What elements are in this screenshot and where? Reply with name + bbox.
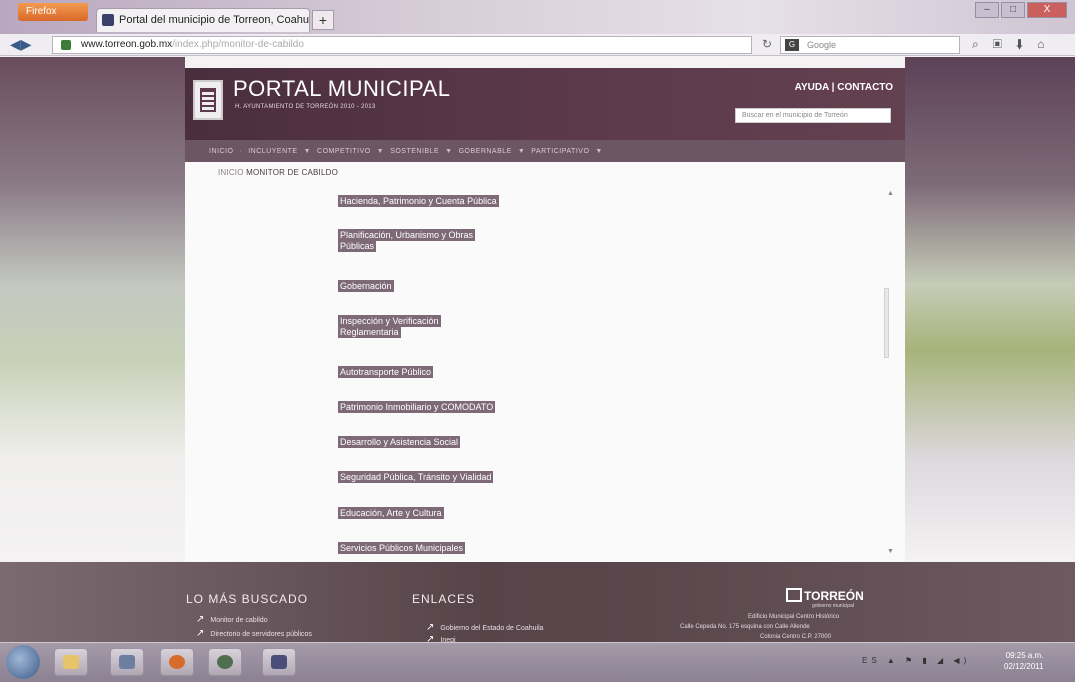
commission-link[interactable]: Hacienda, Patrimonio y Cuenta Pública <box>338 195 499 207</box>
window-icon[interactable] <box>110 648 144 676</box>
url-bar[interactable]: www.torreon.gob.mx/index.php/monitor-de-… <box>52 36 752 54</box>
app-icon[interactable] <box>208 648 242 676</box>
scrollbar-thumb[interactable] <box>884 288 889 358</box>
search-placeholder: Google <box>807 40 837 50</box>
dropdown-icon: ▼ <box>303 147 312 155</box>
clock[interactable]: 09:25 a.m. 02/12/2011 <box>1004 650 1043 672</box>
address-line: Edificio Municipal Centro Histórico <box>748 614 840 620</box>
dropdown-icon: ▼ <box>517 147 526 155</box>
footer-link[interactable]: ↗ Directorio de servidores públicos <box>196 628 312 639</box>
reload-icon[interactable]: ↻ <box>762 37 772 51</box>
minimize-button[interactable]: – <box>975 2 999 18</box>
system-tray[interactable]: ES ▲ ⚑ ▮ ◢ ◀) <box>862 656 970 665</box>
breadcrumb-home[interactable]: INICIO <box>218 168 244 177</box>
commission-link[interactable]: Inspección y Verificación Reglamentaria <box>338 315 468 338</box>
torreon-emblem-icon <box>786 588 802 602</box>
search-engine-icon[interactable]: G <box>785 39 799 51</box>
commission-link[interactable]: Patrimonio Inmobiliario y COMODATO <box>338 401 496 413</box>
breadcrumb-current: MONITOR DE CABILDO <box>246 168 339 177</box>
menu-sostenible[interactable]: SOSTENIBLE <box>390 148 439 155</box>
back-forward-icon[interactable]: ◀▶ <box>10 36 32 53</box>
menu-participativo[interactable]: PARTICIPATIVO <box>531 148 589 155</box>
menu-competitivo[interactable]: COMPETITIVO <box>317 148 371 155</box>
browser-titlebar: Firefox Portal del municipio de Torreon,… <box>0 0 1075 34</box>
arrow-icon: ↗ <box>196 614 205 625</box>
help-contact-links[interactable]: AYUDA | CONTACTO <box>795 82 893 93</box>
toolbar-icons[interactable]: ⌕▣⬇⌂ <box>972 37 1059 52</box>
browser-search-input[interactable]: G Google <box>780 36 960 54</box>
scroll-down-icon[interactable]: ▼ <box>887 548 894 555</box>
clock-date: 02/12/2011 <box>1004 662 1044 671</box>
firefox-icon[interactable] <box>160 648 194 676</box>
browser-navbar: ◀▶ www.torreon.gob.mx/index.php/monitor-… <box>0 34 1075 56</box>
torreon-logo[interactable]: TORREÓN <box>786 588 864 603</box>
browser-tab[interactable]: Portal del municipio de Torreon, Coahui.… <box>96 8 310 32</box>
background-right <box>905 57 1075 562</box>
commission-link[interactable]: Servicios Públicos Municipales <box>338 542 466 554</box>
logo-tagline: gobierno municipal <box>812 603 854 609</box>
dropdown-icon: ▼ <box>595 147 603 155</box>
dropdown-icon: ▼ <box>376 147 385 155</box>
menu-inicio[interactable]: INICIO <box>209 148 233 155</box>
arrow-icon: ↗ <box>426 622 435 633</box>
new-tab-button[interactable]: + <box>312 10 334 30</box>
url-domain: www.torreon.gob.mx <box>81 39 173 50</box>
portal-subtitle: H. AYUNTAMIENTO DE TORREÓN 2010 - 2013 <box>235 104 376 110</box>
footer-link[interactable]: ↗ Monitor de cabildo <box>196 614 268 625</box>
dropdown-icon: ▼ <box>445 147 453 155</box>
site-search-input[interactable]: Buscar en el municipio de Torreón <box>735 108 891 123</box>
menu-incluyente[interactable]: INCLUYENTE <box>248 148 297 155</box>
most-searched-heading: LO MÁS BUSCADO <box>186 592 309 606</box>
links-heading: ENLACES <box>412 592 476 606</box>
main-content <box>185 162 905 562</box>
tab-title: Portal del municipio de Torreon, Coahui.… <box>119 14 310 26</box>
address-line: Colonia Centro C.P. 27000 <box>760 634 831 640</box>
address-line: Calle Cepeda No. 175 esquina con Calle A… <box>680 624 810 630</box>
main-menu: INICIO · INCLUYENTE ▼ COMPETITIVO ▼ SOSTENI… <box>185 140 905 162</box>
commission-link[interactable]: Desarrollo y Asistencia Social <box>338 436 461 448</box>
document-icon[interactable] <box>262 648 296 676</box>
favicon-icon <box>102 14 114 26</box>
menu-separator: · <box>239 147 243 155</box>
url-path: /index.php/monitor-de-cabildo <box>172 39 304 50</box>
background-left <box>0 57 185 562</box>
menu-gobernable[interactable]: GOBERNABLE <box>459 148 512 155</box>
explorer-icon[interactable] <box>54 648 88 676</box>
window-controls: – □ X <box>975 2 1067 18</box>
portal-title: PORTAL MUNICIPAL <box>233 76 451 101</box>
footer-link[interactable]: ↗ Gobierno del Estado de Coahuila <box>426 622 544 633</box>
arrow-icon: ↗ <box>196 628 205 639</box>
scroll-up-icon[interactable]: ▲ <box>887 190 894 197</box>
commission-link[interactable]: Gobernación <box>338 280 394 292</box>
clock-time: 09:25 a.m. <box>1005 651 1044 660</box>
start-button[interactable] <box>6 645 40 679</box>
commission-link[interactable]: Autotransporte Público <box>338 366 434 378</box>
site-header: PORTAL MUNICIPAL H. AYUNTAMIENTO DE TORR… <box>185 68 905 140</box>
close-button[interactable]: X <box>1027 2 1067 18</box>
site-identity-icon[interactable] <box>61 40 71 50</box>
commission-link[interactable]: Seguridad Pública, Tránsito y Vialidad <box>338 471 494 483</box>
firefox-menu-button[interactable]: Firefox <box>18 3 88 21</box>
breadcrumb: INICIO MONITOR DE CABILDO <box>218 168 338 177</box>
municipal-logo[interactable] <box>193 80 223 120</box>
maximize-button[interactable]: □ <box>1001 2 1025 18</box>
commission-link[interactable]: Educación, Arte y Cultura <box>338 507 444 519</box>
commission-link[interactable]: Planificación, Urbanismo y Obras Pública… <box>338 229 508 252</box>
